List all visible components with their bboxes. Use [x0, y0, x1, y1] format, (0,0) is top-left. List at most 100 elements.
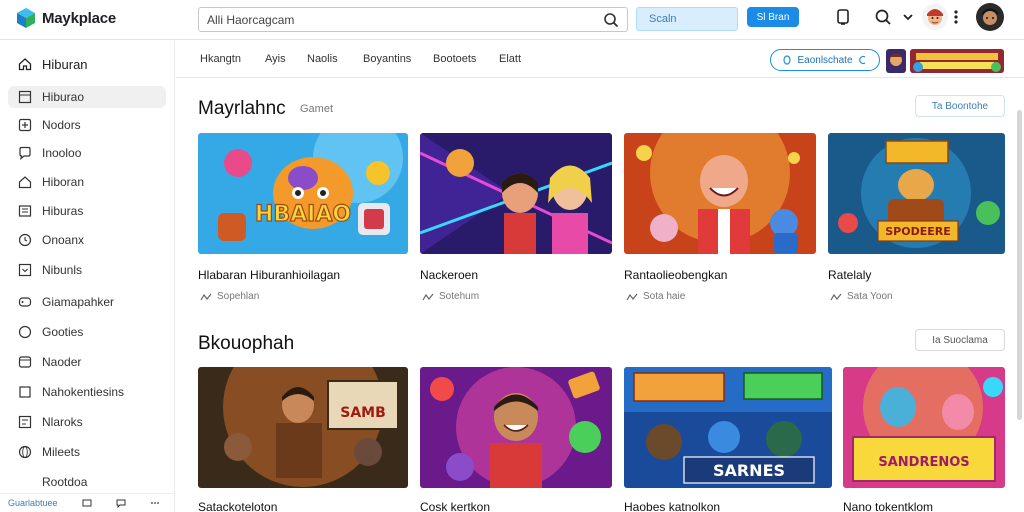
game-card-image[interactable]	[420, 367, 612, 488]
primary-action-button[interactable]: Sl Bran	[747, 7, 799, 27]
chevron-down-icon[interactable]	[902, 8, 914, 26]
category-nav: Hkangtn Ayis Naolis Boyantins Bootoets E…	[176, 41, 1024, 78]
card-title[interactable]: Nackeroen	[420, 268, 478, 282]
card-title[interactable]: Satackoteloton	[198, 500, 277, 512]
window-icon[interactable]	[82, 498, 92, 508]
tab-category-3[interactable]: Naolis	[307, 53, 338, 65]
game-card-image[interactable]: HBAIAO	[198, 133, 408, 254]
sidebar-item-label: Naoder	[42, 355, 82, 369]
see-all-button[interactable]: Ta Boontohe	[915, 95, 1005, 117]
mini-avatar[interactable]	[886, 49, 906, 73]
players-icon	[626, 293, 638, 300]
card-meta-text: Sopehlan	[217, 291, 260, 302]
sidebar-footer: Guarlabtuee	[0, 493, 175, 512]
sidebar-item-label: Hiburan	[42, 56, 88, 72]
tab-category-1[interactable]: Hkangtn	[200, 53, 241, 65]
card-meta: Sata Yoon	[830, 291, 893, 302]
box-icon	[18, 356, 32, 368]
sidebar-item-label: Nlaroks	[42, 415, 83, 429]
sidebar-item-label: Rootdoa	[42, 475, 88, 489]
scrollbar[interactable]	[1017, 110, 1022, 420]
card-meta: Sotehum	[422, 291, 479, 302]
plus-square-icon	[18, 118, 32, 132]
game-card-image[interactable]: SPODEERE	[828, 133, 1005, 254]
search-input[interactable]	[207, 12, 603, 27]
card-art-text: SARNES	[713, 461, 785, 480]
game-card-image[interactable]: SANDRENOS	[843, 367, 1005, 488]
game-card-image[interactable]: SARNES	[624, 367, 832, 488]
game-card-image[interactable]: SAMB	[198, 367, 408, 488]
sidebar-item-label: Nibunls	[42, 263, 83, 277]
card-art-text: HBAIAO	[255, 202, 351, 227]
device-icon[interactable]	[834, 8, 852, 26]
live-pill-button[interactable]: Eaonlschate	[770, 49, 880, 71]
promo-banner[interactable]	[910, 49, 1004, 73]
tab-category-5[interactable]: Bootoets	[433, 53, 476, 65]
game-card-image[interactable]	[420, 133, 612, 254]
card-meta-text: Sota haie	[643, 291, 686, 302]
clock-icon	[18, 233, 32, 247]
sidebar-item-13[interactable]: Mileets	[8, 441, 166, 463]
circle-icon	[18, 325, 32, 339]
sidebar-item-8[interactable]: Giamapahker	[8, 291, 166, 313]
sidebar-item-label: Nahokentiesins	[42, 385, 125, 399]
card-title[interactable]: Cosk kertkon	[420, 500, 490, 512]
players-icon	[830, 293, 842, 300]
refresh-icon	[858, 55, 865, 65]
image-icon	[18, 205, 32, 217]
download-icon	[18, 263, 32, 277]
sidebar-item-6[interactable]: Onoanx	[8, 229, 166, 251]
card-title[interactable]: Hlabaran Hiburanhioilagan	[198, 268, 340, 282]
tab-category-6[interactable]: Elatt	[499, 53, 521, 65]
players-icon	[422, 293, 434, 300]
search-icon[interactable]	[874, 8, 892, 26]
more-vertical-icon[interactable]	[950, 8, 962, 26]
footer-label[interactable]: Guarlabtuee	[8, 498, 58, 508]
game-card-image[interactable]	[624, 133, 816, 254]
tab-category-4[interactable]: Boyantins	[363, 53, 411, 65]
app-logo[interactable]: Maykplace	[16, 7, 116, 29]
search-icon[interactable]	[603, 12, 619, 28]
sidebar-item-9[interactable]: Gooties	[8, 321, 166, 343]
sidebar-item-label: Hiburao	[42, 90, 85, 104]
sidebar-item-label: Onoanx	[42, 233, 85, 247]
card-title[interactable]: Ratelaly	[828, 268, 871, 282]
card-art-text: SPODEERE	[885, 225, 950, 238]
gamepad-icon	[18, 297, 32, 307]
top-bar: Maykplace Scaln Sl Bran	[0, 0, 1024, 40]
tab-category-2[interactable]: Ayis	[265, 53, 286, 65]
sidebar-item-14[interactable]: Rootdoa	[8, 471, 166, 493]
app-name: Maykplace	[42, 9, 117, 27]
sidebar-item-7[interactable]: Nibunls	[8, 259, 166, 281]
marketplace-app: Maykplace Scaln Sl Bran	[0, 0, 1024, 512]
section-title: Mayrlahnc	[198, 98, 286, 119]
card-title[interactable]: Haobes katnolkon	[624, 500, 720, 512]
sidebar-item-label: Hiburas	[42, 204, 84, 218]
chat-icon[interactable]	[116, 498, 126, 508]
pill-label: Eaonlschate	[797, 54, 853, 66]
sidebar-item-1[interactable]: Hiburao	[8, 86, 166, 108]
avatar[interactable]	[922, 4, 948, 30]
home-icon	[18, 58, 32, 71]
card-meta-text: Sotehum	[439, 291, 480, 302]
players-icon	[200, 293, 212, 300]
see-all-button[interactable]: Ia Suoclama	[915, 329, 1005, 351]
card-art-text: SAMB	[340, 405, 386, 421]
profile-avatar[interactable]	[976, 3, 1004, 31]
home-icon	[18, 176, 32, 189]
filter-button[interactable]: Scaln	[636, 7, 738, 31]
sidebar-item-3[interactable]: Inooloo	[8, 142, 166, 164]
sidebar-item-5[interactable]: Hiburas	[8, 200, 166, 222]
sidebar-item-2[interactable]: Nodors	[8, 114, 166, 136]
card-title[interactable]: Nano tokentklom	[843, 500, 933, 512]
sidebar-item-label: Giamapahker	[42, 295, 115, 309]
sidebar-item-12[interactable]: Nlaroks	[8, 411, 166, 433]
sidebar-item-10[interactable]: Naoder	[8, 351, 166, 373]
more-horizontal-icon[interactable]	[150, 498, 160, 508]
info-icon	[783, 55, 792, 65]
sidebar-item-4[interactable]: Hiboran	[8, 171, 166, 193]
card-title[interactable]: Rantaolieobengkan	[624, 268, 727, 282]
sidebar-item-11[interactable]: Nahokentiesins	[8, 381, 166, 403]
search-box[interactable]	[198, 7, 628, 32]
sidebar-item-home[interactable]: Hiburan	[8, 53, 166, 75]
